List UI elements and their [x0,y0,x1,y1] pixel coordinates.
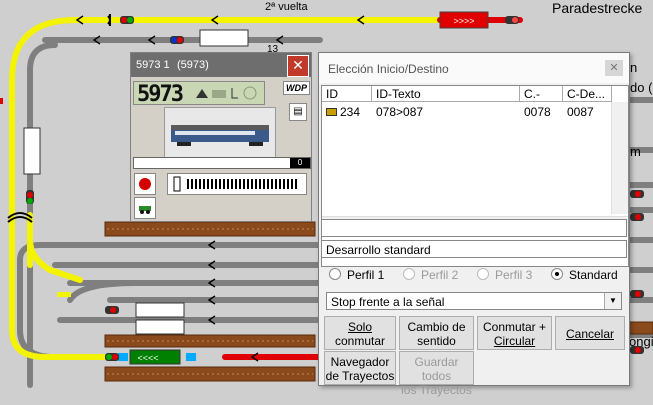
slider-handle [173,176,181,192]
record-button[interactable] [134,173,156,195]
train-marker-bottom-label: <<<< [137,353,158,363]
speed-value: 0 [290,158,310,168]
description-field[interactable]: Desarrollo standard [321,240,627,258]
loop-label: 2ª vuelta [265,1,308,13]
standard-radio[interactable]: Standard [551,268,618,282]
left-gray-track [27,42,58,388]
column-header-text[interactable]: ID-Texto [372,86,520,102]
profile-1-radio[interactable]: Perfil 1 [329,268,384,282]
partial-label-n: n [630,60,638,75]
layout-canvas: >>>> <<<< 2ª vuelta Paradestrecke 13 n d… [0,0,653,405]
column-header-dest[interactable]: C-De... [563,86,612,102]
stop-option-select[interactable]: Stop frente a la señal ▼ [326,292,622,310]
light-icon [212,90,226,98]
loco-control-window[interactable]: 5973 1 (5973) ✕ 5973 WDP ▤ 0 [130,52,312,222]
block-indicator-left [23,127,41,175]
column-header-start[interactable]: C.-Ini... [520,86,563,102]
route-dialog[interactable]: Elección Inicio/Destino ✕ ID ID-Texto C.… [318,52,630,397]
block-indicator-5 [135,319,185,335]
block-indicator-4 [135,302,185,318]
station-label: Paradestrecke [552,0,643,16]
loco-logo: WDP [283,81,310,95]
navegador-trayectos-button[interactable]: Navegador de Trayectos [324,351,396,385]
route-text-field[interactable] [321,219,627,237]
guardar-trayectos-button[interactable]: Guardar todos los Trayectos [399,351,474,397]
speed-slider[interactable] [167,173,307,195]
train-icon[interactable]: ▤ [289,103,307,121]
row-dest: 0087 [567,105,594,119]
chevron-down-icon[interactable]: ▼ [604,293,621,309]
cancel-button[interactable]: Cancelar [555,316,625,350]
loco-window-titlebar[interactable]: 5973 1 (5973) ✕ [131,53,311,77]
left-curve-track [17,242,53,360]
solo-conmutar-button[interactable]: Solo conmutar [324,316,396,350]
loco-display: 5973 [133,81,265,107]
stop-option-value: Stop frente a la señal [331,295,445,309]
direction-arrow-icon [196,89,208,98]
profile-3-radio[interactable]: Perfil 3 [477,268,532,282]
conmutar-circular-button[interactable]: Conmutar + Circular [477,316,552,350]
partial-label-ongit: ongit [629,334,653,349]
track-number-label: 13 [267,44,279,52]
speed-bar: 0 [133,157,311,169]
row-start: 0078 [524,105,551,119]
cambio-sentido-button[interactable]: Cambio de sentido [399,316,474,350]
close-icon[interactable]: ✕ [287,55,309,77]
hand-icon [231,88,238,99]
row-id: 234 [340,105,361,119]
loco-id-paren: (5973) [177,59,209,71]
info-icon [243,86,257,100]
record-icon [139,178,151,190]
row-train-icon: 234 [322,104,360,120]
route-dialog-title: Elección Inicio/Destino [328,62,449,76]
loco-id-label: 5973 1 [136,59,170,71]
route-dialog-titlebar[interactable]: Elección Inicio/Destino ✕ [319,53,629,83]
column-header-id[interactable]: ID [322,86,372,102]
block-indicator-top [199,29,249,47]
train-marker-top-label: >>>> [453,16,474,26]
loco-photo [164,107,276,161]
close-icon[interactable]: ✕ [605,60,623,76]
row-text: 078>087 [376,105,424,119]
partial-label-do: do ( [630,80,653,95]
vertical-scrollbar[interactable] [611,102,628,214]
partial-label-m: m [630,144,641,159]
car-icon[interactable] [134,197,156,219]
profile-2-radio[interactable]: Perfil 2 [403,268,458,282]
